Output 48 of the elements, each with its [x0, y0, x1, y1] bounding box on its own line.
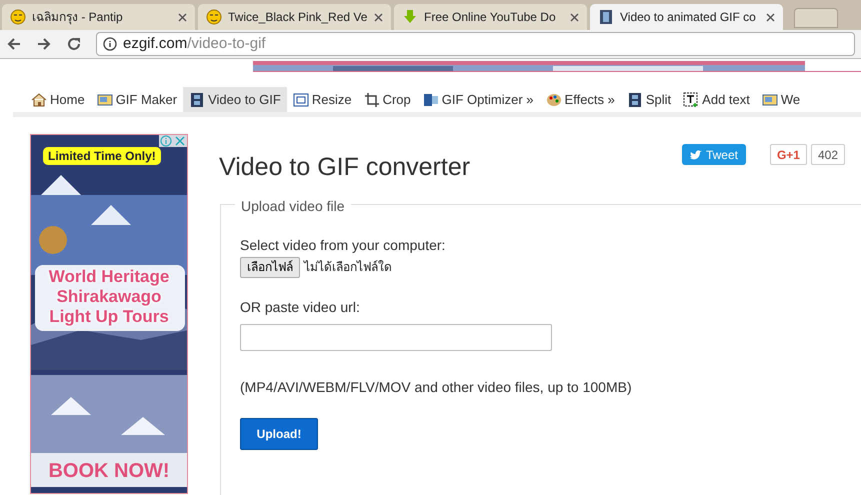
file-status: ไม่ได้เลือกไฟล์ใด [304, 259, 392, 276]
nav-link[interactable]: GIF Optimizer » [416, 87, 540, 112]
info-icon [103, 37, 117, 51]
address-field[interactable]: ezgif.com/video-to-gif [96, 32, 855, 56]
browser-tab[interactable]: Free Online YouTube Do [394, 4, 587, 30]
field-label: Select video from your computer: [240, 236, 446, 255]
page-title: Video to GIF converter [219, 152, 470, 183]
close-icon[interactable] [178, 12, 187, 22]
nav-link[interactable]: Resize [286, 87, 358, 112]
smiley-icon [10, 9, 26, 25]
close-icon[interactable] [766, 12, 775, 22]
forward-icon[interactable] [36, 36, 52, 52]
nav-link[interactable]: Split [620, 87, 678, 112]
text-icon [683, 92, 700, 108]
nav-link[interactable]: We [756, 87, 806, 112]
house-icon [31, 92, 47, 108]
ad-badge: Limited Time Only! [43, 147, 161, 165]
palette-icon [546, 92, 562, 108]
nav-link[interactable]: GIF Maker [90, 87, 184, 112]
nav-link[interactable]: Effects » [540, 87, 621, 112]
picture-icon [96, 92, 113, 108]
back-icon[interactable] [6, 36, 22, 52]
plus-one-button[interactable]: G+1 [770, 144, 807, 165]
format-note: (MP4/AVI/WEBM/FLV/MOV and other video files, up to 100MB) [240, 378, 633, 397]
plus-one-count: 402 [810, 144, 845, 165]
choose-file-button[interactable]: เลือกไฟล์ [240, 256, 300, 278]
url-input[interactable] [240, 324, 552, 350]
smiley-icon [206, 9, 222, 25]
url-text: ezgif.com/video-to-gif [123, 34, 266, 54]
field-label: OR paste video url: [240, 298, 361, 317]
download-icon [402, 9, 418, 25]
bird-icon [690, 150, 702, 160]
browser-tab[interactable]: Twice_Black Pink_Red Ve [198, 4, 391, 30]
browser-tab[interactable]: Video to animated GIF co [590, 4, 783, 30]
reload-icon[interactable] [66, 36, 82, 52]
panel-icon [422, 92, 439, 108]
nav-link[interactable]: Video to GIF [183, 87, 287, 112]
browser-tab[interactable]: เฉลิมกรุง - Pantip [2, 4, 195, 30]
close-icon[interactable] [570, 12, 579, 22]
upload-button[interactable]: Upload! [240, 418, 318, 450]
picture-icon [762, 92, 778, 108]
frame-icon [292, 92, 309, 108]
nav-link[interactable]: Add text [677, 87, 756, 112]
nav-link[interactable]: Crop [358, 87, 417, 112]
crop-icon [364, 92, 380, 108]
close-icon[interactable] [374, 12, 383, 22]
ad-headline: World Heritage Shirakawago Light Up Tours [48, 267, 170, 327]
nav-link[interactable]: Home [25, 87, 91, 112]
